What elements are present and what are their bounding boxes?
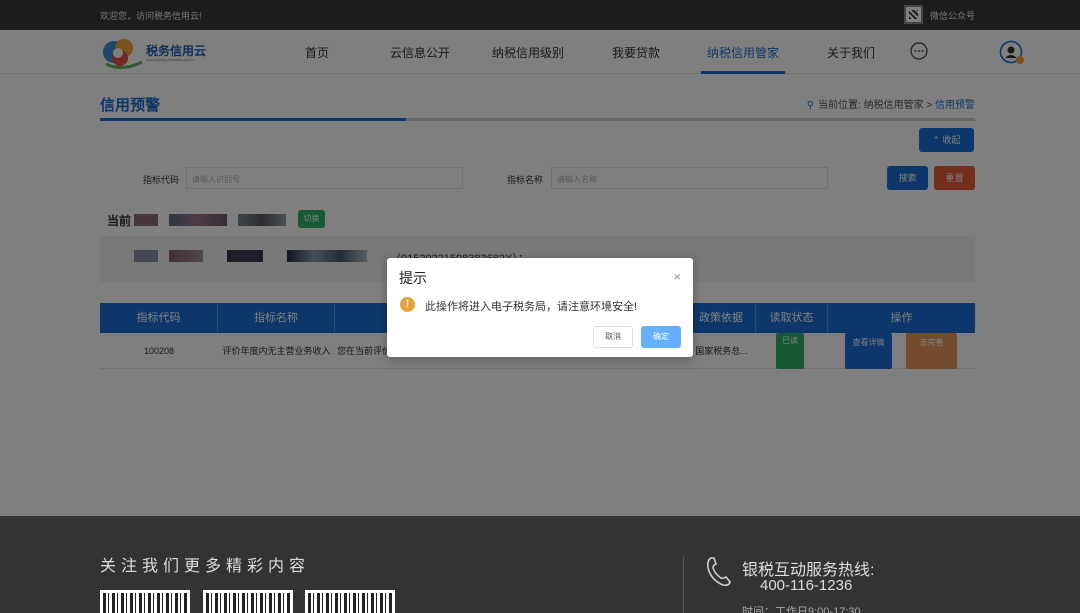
warning-icon: ! <box>400 297 415 312</box>
qr-code-3 <box>305 590 395 613</box>
cancel-button[interactable]: 取消 <box>593 326 633 348</box>
confirm-button[interactable]: 确定 <box>641 326 681 348</box>
hotline-number: 400-116-1236 <box>760 577 853 594</box>
dialog-title: 提示 <box>399 270 427 286</box>
footer: 关注我们更多精彩内容 银税互动服务热线: 400-116-1236 时间：工作日… <box>0 516 1080 613</box>
dialog-message: 此操作将进入电子税务局，请注意环境安全! <box>425 301 638 313</box>
close-icon[interactable]: × <box>673 269 681 284</box>
confirm-dialog: 提示 × ! 此操作将进入电子税务局，请注意环境安全! 取消 确定 <box>387 258 693 357</box>
qr-code-2 <box>203 590 293 613</box>
footer-divider <box>683 556 684 613</box>
phone-icon <box>707 557 731 586</box>
service-hours: 时间：工作日9:00-17:30 <box>742 606 861 613</box>
footer-follow-text: 关注我们更多精彩内容 <box>100 558 311 575</box>
qr-code-1 <box>100 590 190 613</box>
